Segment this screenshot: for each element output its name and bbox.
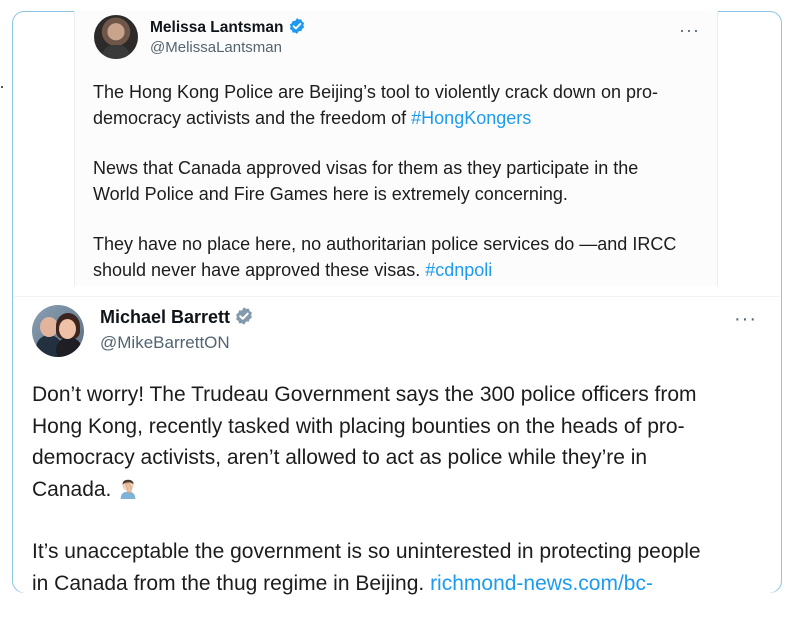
hashtag-link[interactable]: #cdnpoli [425, 260, 492, 280]
author-handle[interactable]: @MelissaLantsman [150, 39, 282, 56]
author-handle[interactable]: @MikeBarrettON [100, 333, 230, 353]
avatar[interactable] [32, 305, 84, 357]
tweet-paragraph: News that Canada approved visas for them… [93, 155, 705, 207]
author-name[interactable]: Michael Barrett [100, 306, 254, 328]
author-name-text[interactable]: Melissa Lantsman [150, 19, 284, 36]
stray-mark [1, 86, 3, 88]
avatar-person-face [59, 319, 76, 339]
text-line: News that Canada approved visas for them… [93, 158, 639, 178]
text-line: Don’t worry! The Trudeau Government says… [32, 383, 697, 406]
hashtag-link[interactable]: #HongKongers [411, 108, 531, 128]
text-line: The Hong Kong Police are Beijing’s tool … [93, 82, 658, 102]
avatar[interactable] [94, 15, 138, 59]
tweet-paragraph: Don’t worry! The Trudeau Government says… [32, 379, 774, 505]
text-line: They have no place here, no authoritaria… [93, 234, 677, 254]
article-link[interactable]: richmond-news.com/bc- [430, 572, 653, 595]
main-tweet[interactable]: Michael Barrett @MikeBarrettON ··· Don’t… [14, 296, 780, 595]
man-facepalming-icon [120, 479, 136, 499]
author-name[interactable]: Melissa Lantsman [150, 17, 306, 37]
author-name-text[interactable]: Michael Barrett [100, 307, 230, 327]
tweet-paragraph: The Hong Kong Police are Beijing’s tool … [93, 79, 705, 131]
avatar-person-body [56, 337, 82, 357]
avatar-shirt [102, 45, 130, 59]
text-line: should never have approved these visas. [93, 260, 426, 280]
text-line: democracy activists, aren’t allowed to a… [32, 446, 648, 469]
tweet-paragraph: It’s unacceptable the government is so u… [32, 536, 774, 599]
text-line: Canada. [32, 477, 112, 501]
verified-badge-icon [289, 18, 304, 34]
verified-badge-icon [236, 307, 252, 325]
tweet-paragraph: They have no place here, no authoritaria… [93, 231, 705, 283]
text-line: It’s unacceptable the government is so u… [32, 540, 701, 563]
tweet-text: Don’t worry! The Trudeau Government says… [32, 379, 774, 630]
more-options-icon[interactable]: ··· [734, 309, 757, 329]
tweet-text: The Hong Kong Police are Beijing’s tool … [93, 79, 705, 307]
text-line: democracy activists and the freedom of [93, 108, 412, 128]
text-line: World Police and Fire Games here is extr… [93, 184, 568, 204]
text-line: in Canada from the thug regime in Beijin… [32, 571, 431, 595]
more-options-icon[interactable]: ··· [679, 21, 700, 39]
quoted-tweet[interactable]: Melissa Lantsman @MelissaLantsman ··· Th… [74, 11, 718, 286]
text-line: Hong Kong, recently tasked with placing … [32, 414, 685, 438]
